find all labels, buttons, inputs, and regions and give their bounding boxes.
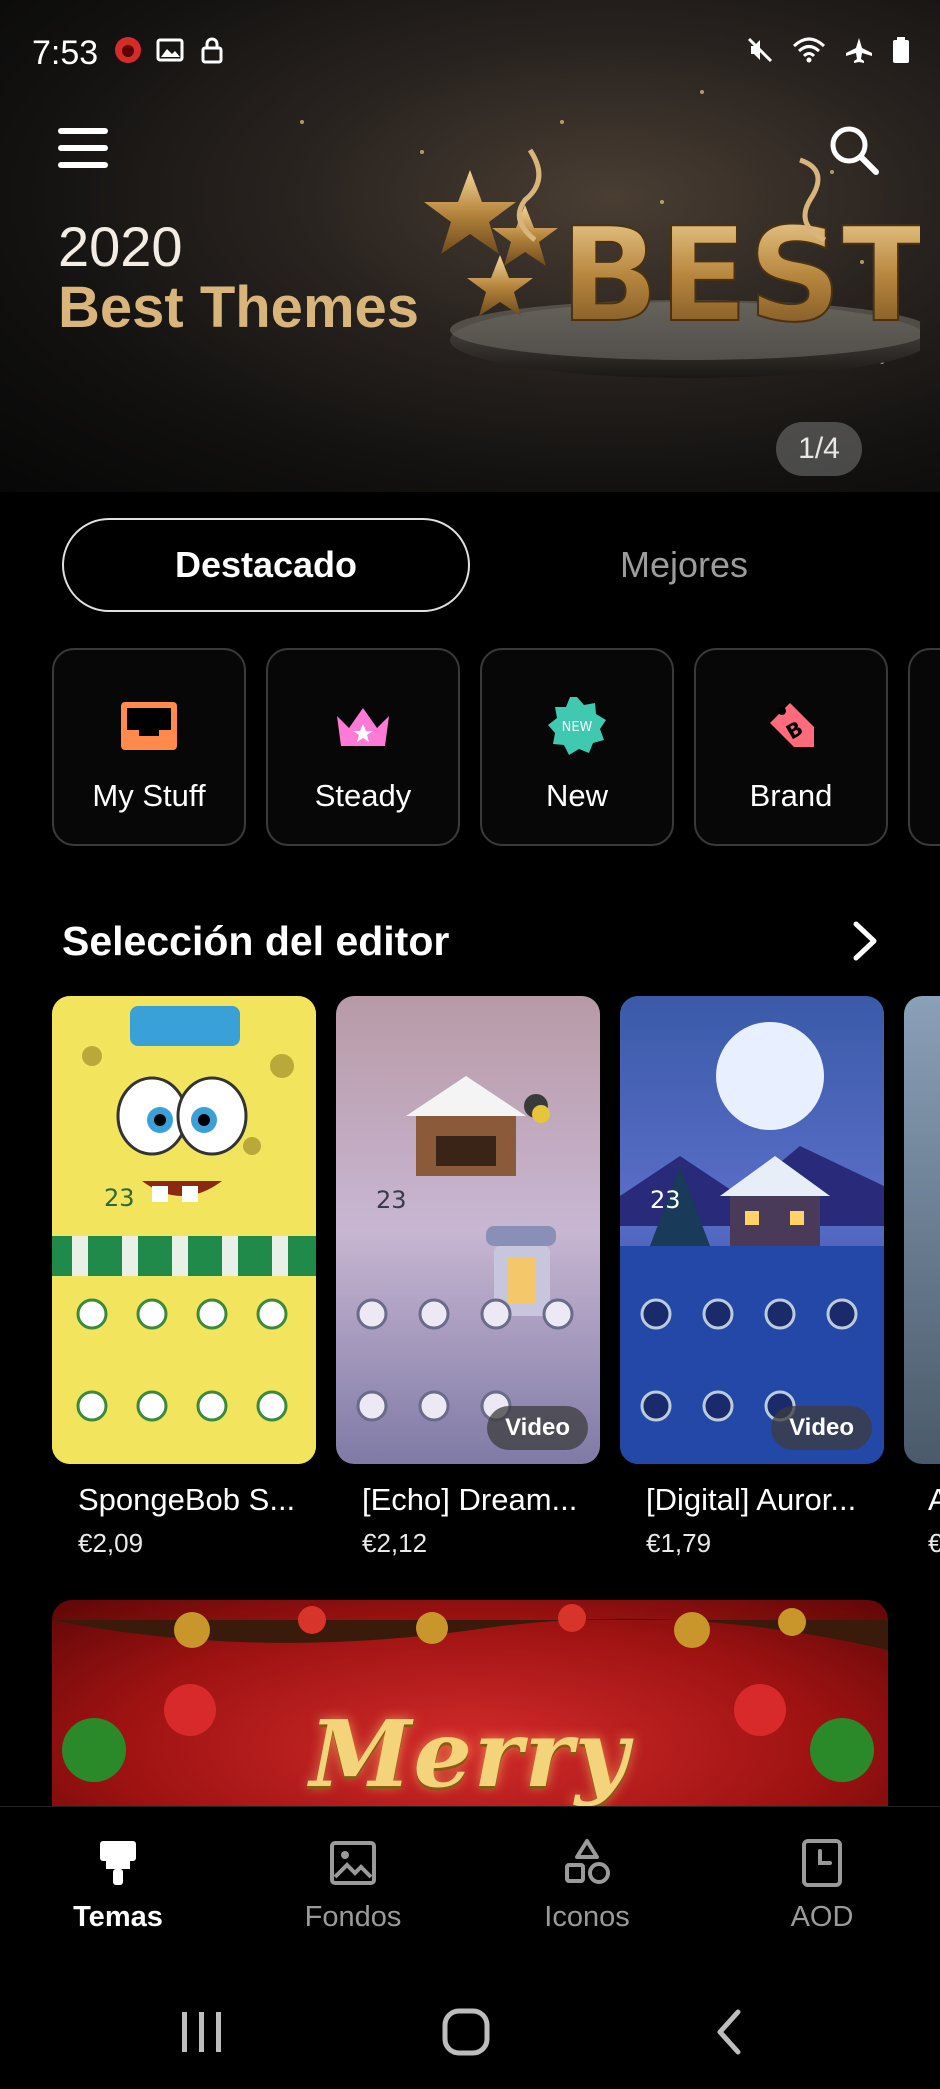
banner-title: 2020 Best Themes [58, 216, 419, 338]
crown-icon [337, 708, 389, 746]
theme-thumbnail: 23 Video [336, 996, 600, 1464]
svg-text:23: 23 [376, 1186, 407, 1214]
category-label: Steady [314, 778, 412, 813]
inbox-tray-icon [121, 702, 177, 750]
section-title: Selección del editor [62, 918, 450, 964]
nav-label: AOD [790, 1901, 854, 1933]
banner-pager: 1/4 [776, 422, 862, 476]
status-right-icons [746, 36, 910, 64]
back-icon[interactable] [700, 2002, 760, 2062]
theme-price: €2,09 [78, 1528, 144, 1558]
mute-icon [747, 37, 773, 63]
category-brand[interactable]: B Brand [694, 648, 888, 846]
brand-tag-icon: B [770, 703, 814, 747]
banner-heading: Best Themes [58, 274, 420, 340]
brush-icon [100, 1841, 136, 1885]
clock-icon [802, 1839, 842, 1887]
theme-thumbnail: 23 [52, 996, 316, 1464]
notification-badge-icon [115, 37, 141, 63]
theme-name: SpongeBob S... [78, 1482, 296, 1517]
theme-thumbnail: 23 Video [620, 996, 884, 1464]
best-art-text: BEST [560, 199, 920, 351]
nav-label: Fondos [304, 1901, 402, 1933]
home-icon[interactable] [436, 2002, 496, 2062]
nav-label: Temas [73, 1901, 163, 1933]
theme-name: [Echo] Dream... [362, 1482, 578, 1517]
theme-thumbnail [904, 996, 940, 1464]
theme-price: €1,79 [646, 1528, 712, 1558]
theme-price: €2,12 [362, 1528, 428, 1558]
system-navigation-bar [0, 1976, 940, 2089]
theme-card[interactable]: A € [904, 996, 940, 1559]
category-label: My Stuff [92, 778, 206, 813]
banner-year: 2020 [58, 215, 183, 278]
video-badge: Video [487, 1406, 588, 1450]
theme-card[interactable]: 23 SpongeBob S... €2,09 [52, 996, 316, 1559]
theme-name: [Digital] Auror... [646, 1482, 857, 1517]
status-bar: 7:53 [0, 0, 940, 100]
category-steady[interactable]: Steady [266, 648, 460, 846]
category-new[interactable]: NEW New [480, 648, 674, 846]
tab-bar: Destacado Mejores [62, 518, 882, 612]
status-time: 7:53 [32, 34, 99, 72]
category-label: New [545, 778, 608, 813]
svg-text:NEW: NEW [562, 720, 593, 735]
promo-text: Merry Christmas [198, 1700, 741, 1810]
theme-card[interactable]: 23 Video [Digital] Auror... €1,79 [620, 996, 884, 1559]
nav-aod[interactable]: AOD [722, 1837, 922, 1934]
nav-fondos[interactable]: Fondos [253, 1837, 453, 1934]
chevron-right-icon[interactable] [844, 918, 884, 964]
image-icon [330, 1841, 376, 1885]
lock-icon [201, 37, 223, 64]
image-icon [156, 38, 184, 62]
theme-store-screen: 2020 Best Themes BEST 1/4 7:53 Destacado… [0, 0, 940, 2089]
battery-icon [893, 37, 909, 63]
svg-text:23: 23 [650, 1186, 681, 1214]
nav-iconos[interactable]: Iconos [487, 1837, 687, 1934]
menu-icon [58, 128, 108, 134]
theme-card[interactable]: 23 Video [Echo] Dream... €2,12 [336, 996, 600, 1559]
new-badge-icon: NEW [548, 697, 606, 755]
shapes-icon [565, 1839, 610, 1884]
video-badge: Video [771, 1406, 872, 1450]
menu-button[interactable] [58, 128, 108, 172]
best-trophy-art: BEST [424, 148, 920, 378]
category-my-stuff[interactable]: My Stuff [52, 648, 246, 846]
christmas-promo-banner[interactable]: Merry Christmas [52, 1600, 888, 1810]
wifi-icon [792, 37, 826, 63]
theme-carousel: 23 SpongeBob S... €2,09 23 Video [Echo] … [52, 996, 940, 1566]
category-row: My Stuff Steady NEW New B Brand [52, 648, 940, 848]
nav-temas[interactable]: Temas [18, 1837, 218, 1934]
recent-apps-icon[interactable] [172, 2002, 232, 2062]
tab-mejores[interactable]: Mejores [480, 518, 888, 612]
theme-price: € [928, 1528, 940, 1558]
theme-name: A [928, 1482, 940, 1517]
category-more[interactable] [908, 648, 940, 846]
tab-destacado[interactable]: Destacado [62, 518, 470, 612]
nav-label: Iconos [544, 1901, 630, 1933]
svg-text:23: 23 [104, 1184, 135, 1212]
bottom-navigation: Temas Fondos Iconos AOD [0, 1806, 940, 1976]
category-label: Brand [749, 778, 833, 813]
airplane-icon [846, 38, 872, 63]
